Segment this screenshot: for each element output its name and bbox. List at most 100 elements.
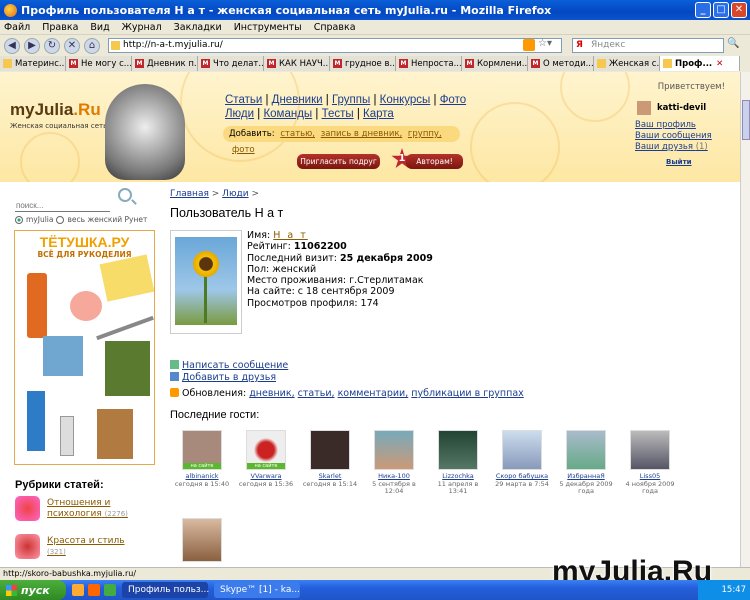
advertisement-banner[interactable]: ТЁТУШКА.РУ ВСЁ ДЛЯ РУКОДЕЛИЯ (14, 230, 155, 465)
guest-item[interactable]: ИзбраннаЯ 5 декабря 2009 года (556, 430, 616, 496)
tab-item[interactable]: Mгрудное в... (330, 56, 396, 71)
your-friends-link[interactable]: Ваши друзья (1) (635, 142, 708, 152)
invite-friends-button[interactable]: Пригласить подруг (297, 154, 380, 169)
tab-item[interactable]: M Непроста... (396, 56, 462, 71)
tab-active[interactable]: Проф... ✕ (660, 56, 740, 71)
menu-bookmarks[interactable]: Закладки (174, 22, 222, 33)
vertical-scrollbar[interactable] (740, 72, 750, 567)
your-profile-link[interactable]: Ваш профиль (635, 120, 696, 130)
guest-item[interactable]: Lizzochka 11 апреля в 13:41 (428, 430, 488, 496)
stop-button[interactable]: ✕ (64, 38, 80, 54)
profile-name-link[interactable]: Н а т (273, 230, 308, 241)
menu-file[interactable]: Файл (4, 22, 30, 33)
gender-text: Пол: женский (247, 263, 317, 275)
app-quicklaunch-icon[interactable] (104, 584, 116, 596)
updates-articles-link[interactable]: статьи, (298, 388, 335, 399)
reload-button[interactable]: ↻ (44, 38, 60, 54)
site-logo[interactable]: myJulia.Ru (10, 100, 101, 120)
site-tagline: Женская социальная сеть (10, 122, 108, 130)
guest-item[interactable]: на сайте VVarwara сегодня в 15:36 (236, 430, 296, 488)
guest-avatar[interactable] (374, 430, 414, 470)
guest-item[interactable]: Скоро бабушка 29 марта в 7:54 (492, 430, 552, 488)
menu-history[interactable]: Журнал (122, 22, 162, 33)
guest-avatar[interactable]: на сайте (246, 430, 286, 470)
guest-item[interactable]: на сайте albinanick сегодня в 15:40 (172, 430, 232, 488)
search-icon[interactable]: 🔍 (727, 38, 739, 49)
guest-avatar[interactable] (438, 430, 478, 470)
profile-photo[interactable] (170, 230, 242, 334)
breadcrumb-home[interactable]: Главная (170, 189, 209, 199)
app-quicklaunch-icon[interactable] (88, 584, 100, 596)
menu-view[interactable]: Вид (90, 22, 109, 33)
forward-button[interactable]: ▶ (24, 38, 40, 54)
guest-avatar[interactable] (502, 430, 542, 470)
nav-tests[interactable]: Тесты (322, 108, 354, 120)
add-photo-link[interactable]: фото (232, 145, 255, 155)
firefox-quicklaunch-icon[interactable] (72, 584, 84, 596)
nav-groups[interactable]: Группы (332, 94, 370, 106)
taskbar-item-skype[interactable]: Skype™ [1] - ka... (214, 582, 300, 598)
guest-item[interactable]: Ника-100 5 сентября в 12:04 (364, 430, 424, 496)
updates-groups-link[interactable]: публикации в группах (411, 388, 523, 399)
minimize-button[interactable]: _ (695, 2, 711, 18)
tab-item[interactable]: Материнс... (0, 56, 66, 71)
nav-contests[interactable]: Конкурсы (380, 94, 431, 106)
nav-map[interactable]: Карта (363, 108, 394, 120)
add-friend-link[interactable]: Добавить в друзья (182, 372, 276, 383)
guest-item[interactable]: Liss05 4 ноября 2009 года (620, 430, 680, 496)
nav-teams[interactable]: Команды (263, 108, 312, 120)
guest-avatar[interactable]: на сайте (182, 430, 222, 470)
breadcrumb: Главная > Люди > (170, 189, 260, 199)
tab-item[interactable]: M Что делат... (198, 56, 264, 71)
guest-item[interactable] (172, 518, 232, 562)
guest-avatar[interactable] (630, 430, 670, 470)
menu-edit[interactable]: Правка (42, 22, 78, 33)
guest-avatar[interactable] (310, 430, 350, 470)
search-input[interactable]: Я Яндекс (572, 38, 724, 53)
start-button[interactable]: пуск (0, 580, 66, 600)
nav-articles[interactable]: Статьи (225, 94, 262, 106)
logout-link[interactable]: Выйти (666, 158, 692, 166)
guest-avatar[interactable] (182, 518, 222, 562)
rss-feed-icon[interactable] (523, 39, 535, 51)
breadcrumb-people[interactable]: Люди (222, 189, 248, 199)
back-button[interactable]: ◀ (4, 38, 20, 54)
guest-avatar[interactable] (566, 430, 606, 470)
add-group-link[interactable]: группу, (408, 129, 442, 139)
taskbar-item-firefox[interactable]: Профиль польз... (122, 582, 209, 598)
updates-diary-link[interactable]: дневник, (249, 388, 294, 399)
add-diary-link[interactable]: запись в дневник, (321, 129, 403, 139)
bookmark-star-icon[interactable]: ☆▾ (538, 38, 552, 49)
nav-people[interactable]: Люди (225, 108, 254, 120)
tab-item[interactable]: M Дневник п... (132, 56, 198, 71)
maximize-button[interactable]: □ (713, 2, 729, 18)
menu-tools[interactable]: Инструменты (234, 22, 302, 33)
url-text: http://n-a-t.myjulia.ru/ (123, 40, 223, 50)
tab-item[interactable]: M КАК НАУЧ... (264, 56, 330, 71)
username[interactable]: katti-devil (657, 103, 706, 113)
tab-item[interactable]: M Не могу с... (66, 56, 132, 71)
scrollbar-thumb[interactable] (742, 100, 750, 140)
site-search-input[interactable] (15, 200, 110, 212)
tab-item[interactable]: Женская с... (594, 56, 660, 71)
guest-item[interactable]: Skarlet сегодня в 15:14 (300, 430, 360, 488)
nav-diaries[interactable]: Дневники (272, 94, 323, 106)
updates-comments-link[interactable]: комментарии, (338, 388, 409, 399)
radio-myjulia[interactable] (15, 215, 23, 224)
radio-runet[interactable] (56, 215, 65, 224)
menu-help[interactable]: Справка (314, 22, 356, 33)
add-article-link[interactable]: статью, (280, 129, 315, 139)
nav-photo[interactable]: Фото (440, 94, 466, 106)
close-button[interactable]: ✕ (731, 2, 747, 18)
url-bar[interactable]: http://n-a-t.myjulia.ru/ (108, 38, 562, 53)
write-message-link[interactable]: Написать сообщение (182, 360, 288, 371)
welcome-text: Приветствуем! (657, 82, 725, 92)
tab-item[interactable]: M Кормлени... (462, 56, 528, 71)
user-avatar[interactable] (637, 101, 651, 115)
search-icon[interactable] (118, 188, 132, 202)
your-messages-link[interactable]: Ваши сообщения (635, 131, 712, 141)
quick-launch (72, 584, 116, 596)
home-button[interactable]: ⌂ (84, 38, 100, 54)
authors-button[interactable]: Авторам! (406, 154, 463, 169)
tab-item[interactable]: MО методи... (528, 56, 594, 71)
